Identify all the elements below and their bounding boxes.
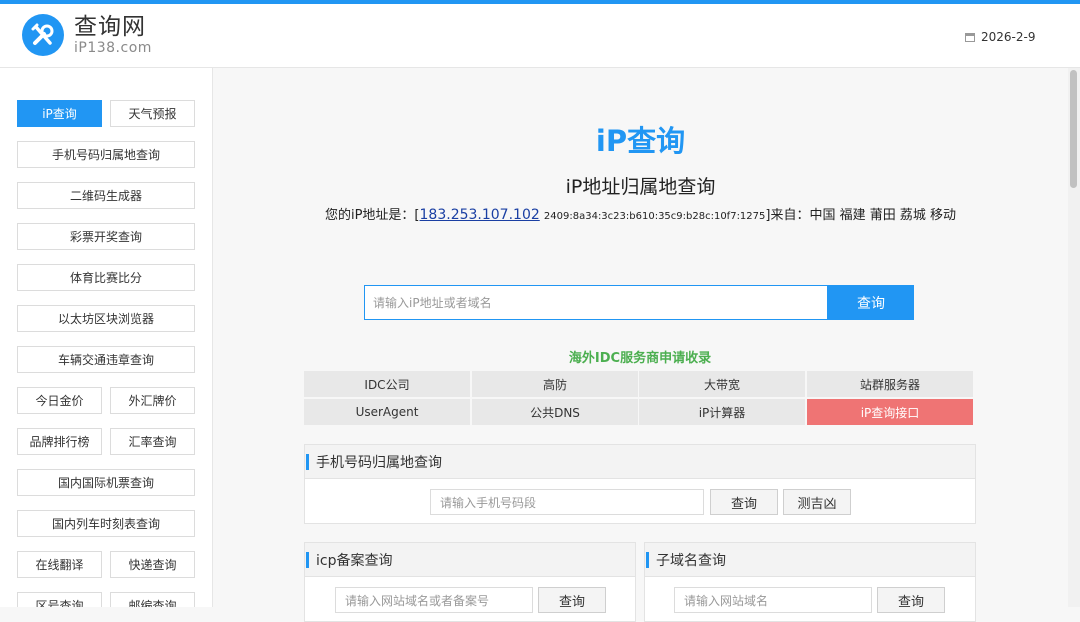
date-text: 2026-2-9	[981, 30, 1036, 44]
logo-tools-icon[interactable]	[22, 14, 64, 56]
icp-query-button[interactable]: 查询	[538, 587, 606, 613]
panel-title: 手机号码归属地查询	[316, 454, 442, 471]
ip-search-button[interactable]: 查询	[828, 285, 914, 320]
sidebar: iP查询 天气预报 手机号码归属地查询 二维码生成器 彩票开奖查询 体育比赛比分…	[0, 68, 213, 607]
panel-header: 手机号码归属地查询	[305, 445, 975, 479]
your-ip-prefix: 您的iP地址是：[	[324, 208, 420, 223]
your-ip-line: 您的iP地址是：[183.253.107.102 2409:8a34:3c23:…	[213, 204, 1068, 223]
sidebar-item-ethereum[interactable]: 以太坊区块浏览器	[17, 305, 195, 332]
sidebar-item-express[interactable]: 快递查询	[110, 551, 195, 578]
sidebar-item-train-schedule[interactable]: 国内列车时刻表查询	[17, 510, 195, 537]
panel-accent-bar	[306, 453, 309, 470]
sidebar-item-phone-location[interactable]: 手机号码归属地查询	[17, 141, 195, 168]
sidebar-item-sports-score[interactable]: 体育比赛比分	[17, 264, 195, 291]
link-idc-company[interactable]: IDC公司	[304, 371, 470, 397]
logo[interactable]: 查询网 iP138.com	[74, 14, 152, 56]
scrollbar-thumb[interactable]	[1070, 70, 1077, 188]
sidebar-item-weather[interactable]: 天气预报	[110, 100, 195, 127]
link-station-server[interactable]: 站群服务器	[807, 371, 973, 397]
panel-accent-bar	[646, 551, 649, 568]
sidebar-item-area-code[interactable]: 区号查询	[17, 592, 102, 607]
link-ip-calculator[interactable]: iP计算器	[639, 399, 805, 425]
sidebar-item-postcode[interactable]: 邮编查询	[110, 592, 195, 607]
subdomain-query-button[interactable]: 查询	[877, 587, 945, 613]
sidebar-item-exchange-rate[interactable]: 汇率查询	[110, 428, 195, 455]
subdomain-panel: 子域名查询 请输入网站域名 查询	[644, 542, 976, 622]
link-public-dns[interactable]: 公共DNS	[472, 399, 638, 425]
calendar-icon	[965, 32, 975, 42]
panel-title: icp备案查询	[316, 552, 393, 569]
sidebar-item-qrcode[interactable]: 二维码生成器	[17, 182, 195, 209]
sidebar-item-flights[interactable]: 国内国际机票查询	[17, 469, 195, 496]
phone-input-placeholder: 请输入手机号码段	[440, 495, 537, 510]
logo-name[interactable]: 查询网	[74, 14, 152, 40]
sidebar-item-brand-ranking[interactable]: 品牌排行榜	[17, 428, 102, 455]
sidebar-item-ip-query[interactable]: iP查询	[17, 100, 102, 127]
sidebar-item-gold-price[interactable]: 今日金价	[17, 387, 102, 414]
phone-query-button[interactable]: 查询	[710, 489, 778, 515]
page-subtitle: iP地址归属地查询	[565, 176, 716, 198]
link-useragent[interactable]: UserAgent	[304, 399, 470, 425]
panel-accent-bar	[306, 551, 309, 568]
panel-header: 子域名查询	[645, 543, 975, 577]
sidebar-item-translate[interactable]: 在线翻译	[17, 551, 102, 578]
sidebar-item-lottery[interactable]: 彩票开奖查询	[17, 223, 195, 250]
page-scrollbar[interactable]	[1068, 68, 1080, 607]
phone-input[interactable]: 请输入手机号码段	[430, 489, 704, 515]
icp-input[interactable]: 请输入网站域名或者备案号	[335, 587, 533, 613]
page-title: iP查询	[595, 124, 686, 158]
sidebar-item-forex[interactable]: 外汇牌价	[110, 387, 195, 414]
ip-search-input[interactable]: 请输入iP地址或者域名	[364, 285, 828, 320]
panel-header: icp备案查询	[305, 543, 635, 577]
idc-title-link[interactable]: 海外IDC服务商申请收录	[0, 347, 1080, 366]
ip-search-placeholder: 请输入iP地址或者域名	[373, 296, 492, 310]
icp-panel: icp备案查询 请输入网站域名或者备案号 查询	[304, 542, 636, 622]
phone-fortune-button[interactable]: 测吉凶	[783, 489, 851, 515]
date-display: 2026-2-9	[965, 30, 1035, 44]
link-ip-api[interactable]: iP查询接口	[807, 399, 973, 425]
link-big-bandwidth[interactable]: 大带宽	[639, 371, 805, 397]
your-ipv6: 2409:8a34:3c23:b610:35c9:b28c:10f7:1275	[543, 211, 766, 222]
logo-domain[interactable]: iP138.com	[74, 40, 152, 56]
icp-input-placeholder: 请输入网站域名或者备案号	[345, 593, 490, 608]
your-ip-link[interactable]: 183.253.107.102	[420, 207, 540, 223]
your-ip-location: ]来自：中国 福建 莆田 荔城 移动	[765, 208, 956, 223]
header: 查询网 iP138.com 2026-2-9	[0, 4, 1080, 68]
subdomain-input[interactable]: 请输入网站域名	[674, 587, 872, 613]
panel-title: 子域名查询	[656, 552, 726, 569]
link-high-defense[interactable]: 高防	[472, 371, 638, 397]
phone-location-panel: 手机号码归属地查询 请输入手机号码段 查询 测吉凶	[304, 444, 976, 524]
subdomain-input-placeholder: 请输入网站域名	[684, 593, 769, 608]
